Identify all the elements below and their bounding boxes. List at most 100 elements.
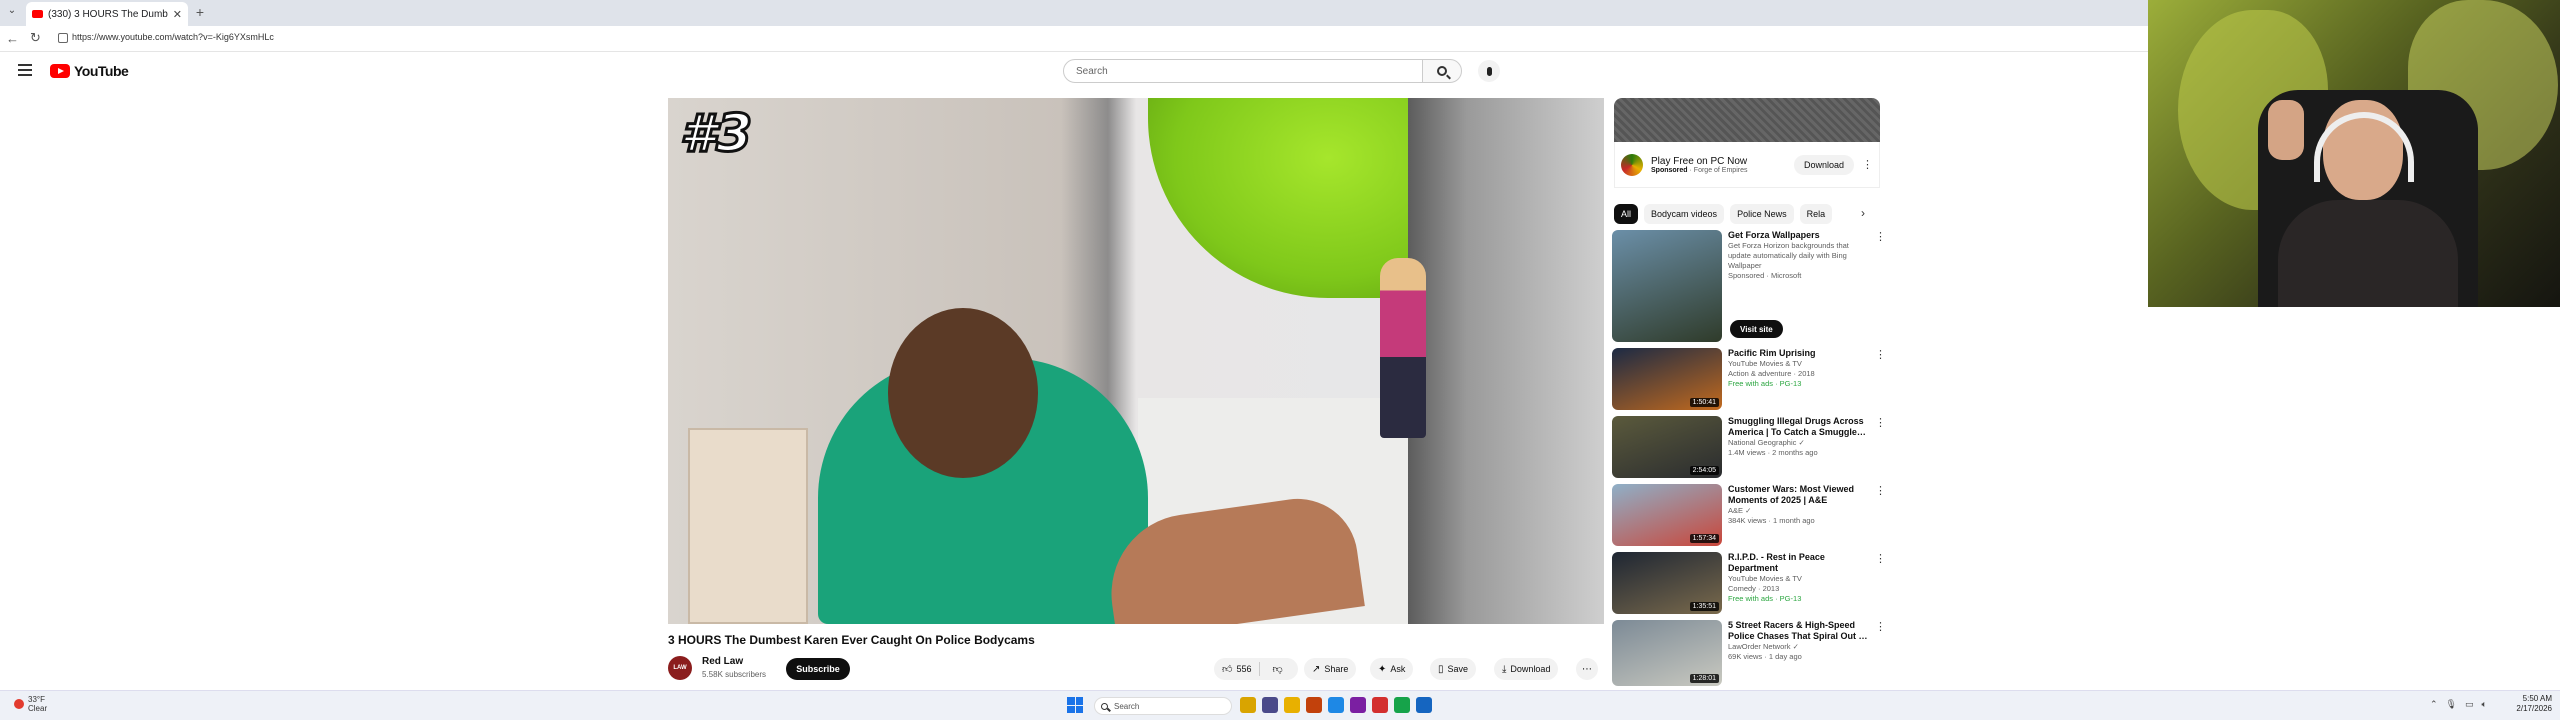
ad-title: Play Free on PC Now: [1651, 155, 1748, 167]
microphone-icon: [1486, 66, 1492, 76]
weather-desc: Clear: [28, 704, 48, 713]
network-icon[interactable]: ▭: [2465, 699, 2474, 710]
taskbar-app-icon[interactable]: [1350, 697, 1366, 713]
new-tab-button[interactable]: +: [192, 4, 208, 20]
hamburger-menu-icon[interactable]: [18, 64, 32, 76]
back-arrow-icon[interactable]: ←: [6, 31, 19, 46]
site-info-icon[interactable]: [58, 33, 68, 43]
recommendation-item[interactable]: 1:28:01 5 Street Racers & High-Speed Pol…: [1612, 620, 1886, 686]
recommendation-channel[interactable]: YouTube Movies & TV: [1728, 574, 1872, 584]
search-button[interactable]: [1422, 59, 1462, 83]
system-tray: ⌃ 🎙︎ ▭ 🔈︎: [2430, 699, 2487, 710]
recommendation-thumbnail[interactable]: 2:54:05: [1612, 416, 1722, 478]
weather-widget[interactable]: 33°F Clear: [14, 695, 47, 713]
taskbar-app-icon[interactable]: [1262, 697, 1278, 713]
like-count: 556: [1236, 664, 1252, 674]
ad-more-icon[interactable]: ⋮: [1862, 158, 1873, 171]
clock-date: 2/17/2026: [2516, 704, 2552, 713]
ad-app-icon: [1621, 153, 1643, 176]
ad-card[interactable]: Play Free on PC Now Sponsored · Forge of…: [1614, 142, 1880, 188]
microphone-icon[interactable]: 🎙︎: [2446, 699, 2457, 710]
recommendation-item[interactable]: 1:57:34 Customer Wars: Most Viewed Momen…: [1612, 484, 1886, 546]
chevron-right-icon[interactable]: ›: [1856, 206, 1870, 220]
recommendation-item[interactable]: 1:50:41 Pacific Rim Uprising YouTube Mov…: [1612, 348, 1886, 410]
chip-related[interactable]: Rela: [1799, 204, 1833, 224]
recommendation-channel[interactable]: A&E ✓: [1728, 506, 1872, 516]
windows-start-icon[interactable]: [1067, 697, 1083, 713]
search-input[interactable]: Search: [1063, 59, 1423, 83]
like-button[interactable]: 👍︎ 556: [1214, 662, 1261, 676]
channel-avatar[interactable]: LAW: [668, 656, 692, 680]
like-dislike-group: 👍︎ 556 👎︎: [1214, 658, 1298, 680]
recommendation-title[interactable]: 5 Street Racers & High-Speed Police Chas…: [1728, 620, 1872, 642]
more-options-icon[interactable]: ⋮: [1875, 484, 1886, 497]
chip-police-news[interactable]: Police News: [1730, 204, 1794, 224]
recommendation-title[interactable]: Pacific Rim Uprising: [1728, 348, 1872, 359]
weather-text: 33°F Clear: [28, 695, 47, 713]
more-options-icon[interactable]: ⋮: [1875, 348, 1886, 361]
clock[interactable]: 5:50 AM 2/17/2026: [2500, 694, 2552, 714]
ad-banner-image[interactable]: [1614, 98, 1880, 142]
recommendation-info: Customer Wars: Most Viewed Moments of 20…: [1728, 484, 1886, 546]
recommendation-title[interactable]: R.I.P.D. - Rest in Peace Department: [1728, 552, 1872, 574]
video-duration: 1:35:51: [1689, 602, 1719, 611]
volume-icon[interactable]: 🔈︎: [2482, 699, 2487, 710]
ask-button[interactable]: ✦ Ask: [1370, 658, 1414, 680]
subscribe-button[interactable]: Subscribe: [786, 658, 850, 680]
recommendation-thumbnail[interactable]: 1:28:01: [1612, 620, 1722, 686]
channel-name[interactable]: Red Law: [702, 656, 743, 667]
taskbar-app-icon[interactable]: [1372, 697, 1388, 713]
recommendation-channel[interactable]: LawOrder Network ✓: [1728, 642, 1872, 652]
more-options-icon[interactable]: ⋮: [1875, 230, 1886, 243]
browser-tab-bar: [0, 0, 2148, 26]
more-options-icon[interactable]: ⋮: [1875, 416, 1886, 429]
video-scene-door: [1408, 98, 1604, 624]
reload-icon[interactable]: ↻: [30, 30, 41, 46]
ad-download-button[interactable]: Download: [1793, 154, 1854, 175]
recommendation-title[interactable]: Get Forza Wallpapers: [1728, 230, 1872, 241]
chip-all[interactable]: All: [1614, 204, 1639, 224]
recommendation-free-badge: Free with ads · PG-13: [1728, 594, 1802, 603]
recommendation-thumbnail[interactable]: [1612, 230, 1722, 342]
chevron-up-icon[interactable]: ⌃: [2430, 699, 2438, 710]
sparkle-icon: ✦: [1378, 663, 1387, 675]
visit-site-button[interactable]: Visit site: [1730, 320, 1783, 338]
taskbar-app-icon[interactable]: [1284, 697, 1300, 713]
taskbar-app-icon[interactable]: [1240, 697, 1256, 713]
taskbar-app-icon[interactable]: [1306, 697, 1322, 713]
recommendation-item[interactable]: 1:35:51 R.I.P.D. - Rest in Peace Departm…: [1612, 552, 1886, 614]
taskbar-app-icon[interactable]: [1328, 697, 1344, 713]
share-button[interactable]: ↗ Share: [1304, 658, 1357, 680]
more-actions-icon[interactable]: ⋯: [1576, 658, 1598, 680]
url-text[interactable]: https://www.youtube.com/watch?v=-Kig6YXs…: [72, 32, 274, 42]
chip-bodycam-videos[interactable]: Bodycam videos: [1644, 204, 1725, 224]
recommendation-title[interactable]: Customer Wars: Most Viewed Moments of 20…: [1728, 484, 1872, 506]
webcam-streamer-hand: [2268, 100, 2304, 160]
recommendation-channel[interactable]: YouTube Movies & TV: [1728, 359, 1872, 369]
ad-sponsored-label: Sponsored: [1651, 166, 1688, 174]
recommendation-title[interactable]: Smuggling Illegal Drugs Across America |…: [1728, 416, 1872, 438]
recommendation-item[interactable]: 2:54:05 Smuggling Illegal Drugs Across A…: [1612, 416, 1886, 478]
clock-time: 5:50 AM: [2522, 694, 2552, 703]
weather-icon: [14, 699, 24, 709]
close-tab-icon[interactable]: ✕: [173, 8, 182, 21]
recommendation-thumbnail[interactable]: 1:57:34: [1612, 484, 1722, 546]
save-button[interactable]: ▯ Save: [1430, 658, 1477, 680]
taskbar-app-icon[interactable]: [1394, 697, 1410, 713]
taskbar-app-icon[interactable]: [1416, 697, 1432, 713]
weather-temp: 33°F: [28, 695, 45, 704]
browser-tab[interactable]: (330) 3 HOURS The Dumbest ✕: [26, 2, 188, 26]
more-options-icon[interactable]: ⋮: [1875, 552, 1886, 565]
taskbar-search[interactable]: Search: [1094, 697, 1232, 715]
recommendation-thumbnail[interactable]: 1:35:51: [1612, 552, 1722, 614]
youtube-logo[interactable]: YouTube: [50, 63, 129, 79]
tab-list-icon[interactable]: ⌄: [4, 5, 20, 21]
more-options-icon[interactable]: ⋮: [1875, 620, 1886, 633]
download-button[interactable]: ⤓ Download: [1494, 658, 1559, 680]
thumbs-up-icon: 👍︎: [1222, 664, 1233, 675]
recommendation-channel[interactable]: National Geographic ✓: [1728, 438, 1872, 448]
video-player[interactable]: #3: [668, 98, 1604, 624]
recommendation-thumbnail[interactable]: 1:50:41: [1612, 348, 1722, 410]
voice-search-button[interactable]: [1478, 60, 1500, 82]
dislike-button[interactable]: 👎︎: [1264, 663, 1290, 675]
